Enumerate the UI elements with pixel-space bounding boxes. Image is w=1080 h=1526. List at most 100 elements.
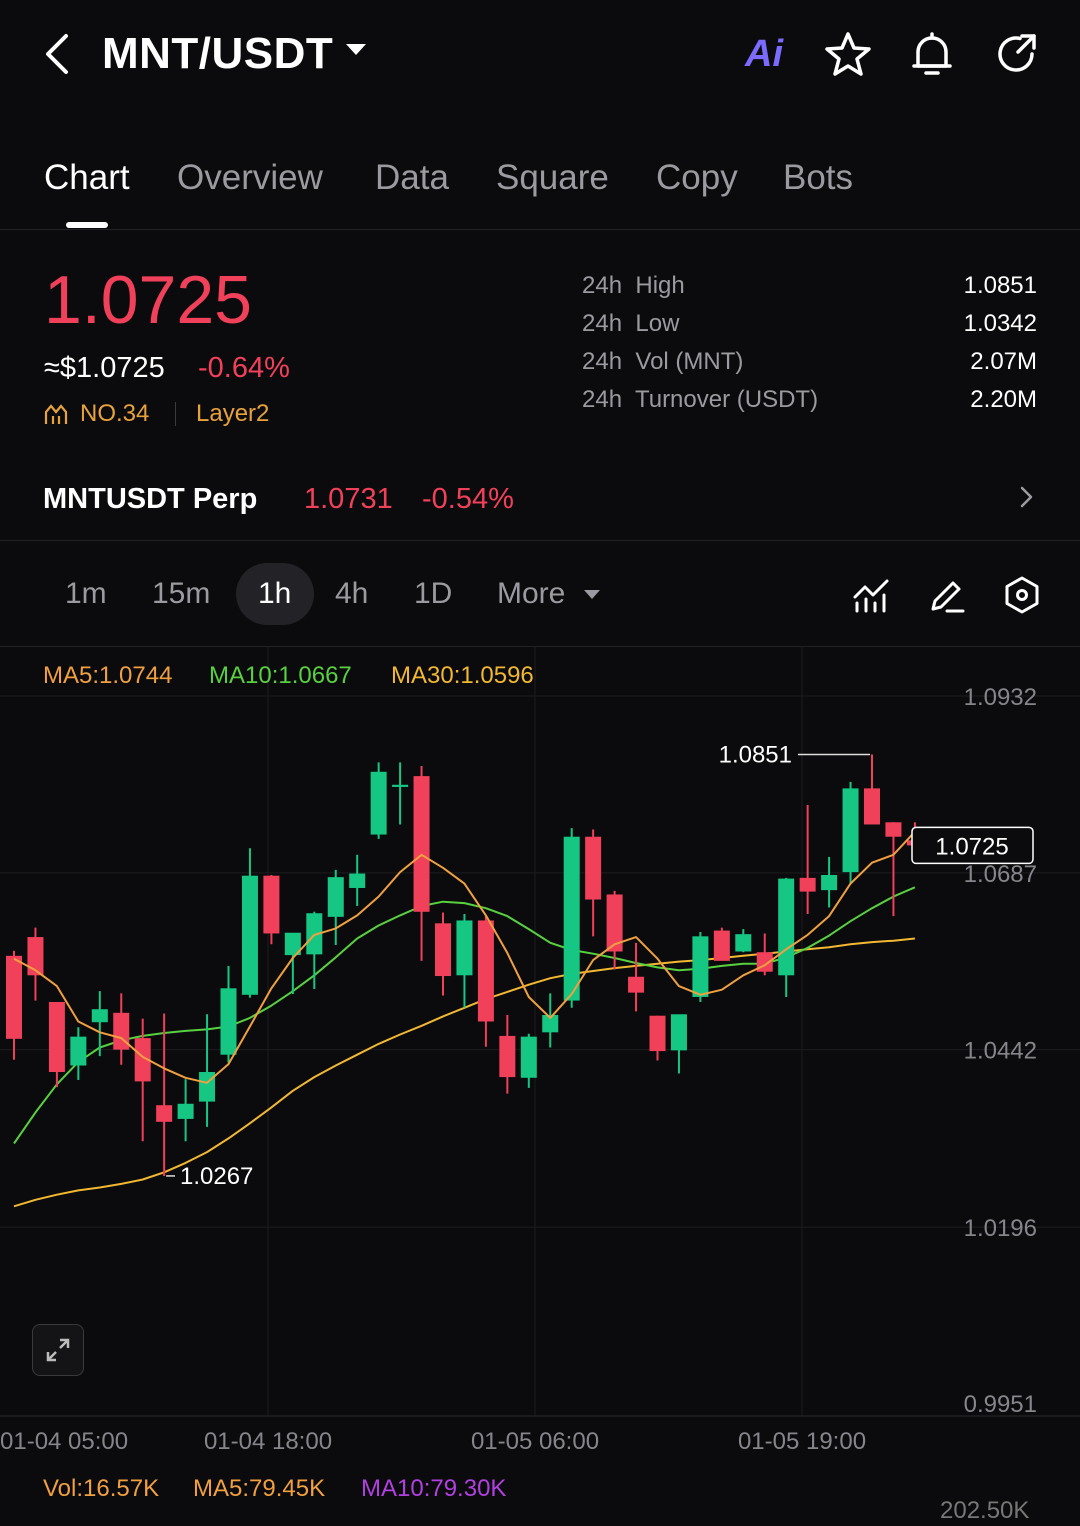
candle [327, 869, 344, 945]
x-tick-label: 01-04 18:00 [204, 1428, 332, 1455]
candle [392, 762, 409, 825]
stat-label-high: 24h High [582, 272, 685, 299]
candle-body [649, 1015, 666, 1052]
expand-icon[interactable] [32, 1324, 84, 1376]
candle-body [263, 875, 280, 934]
candle [542, 993, 559, 1048]
perp-label[interactable]: MNTUSDT Perp [43, 480, 257, 518]
candle-body [821, 874, 838, 891]
perp-price: 1.0731 [304, 483, 393, 515]
candle [284, 932, 301, 995]
volume-axis-value: 202.50K [940, 1497, 1030, 1524]
interval-more[interactable]: More [497, 574, 565, 614]
tab-copy[interactable]: Copy [656, 156, 738, 200]
settings-hex-icon[interactable] [999, 572, 1045, 618]
candle-body [713, 930, 730, 961]
tab-overview[interactable]: Overview [177, 156, 323, 200]
candle-body [199, 1072, 216, 1102]
stat-label-low: 24h Low [582, 310, 680, 337]
stat-value-low: 1.0342 [963, 310, 1037, 337]
candle [413, 766, 430, 961]
active-tab-indicator [66, 222, 108, 228]
candle [713, 927, 730, 961]
y-tick-label: 0.9951 [964, 1391, 1037, 1418]
stat-value-turnover: 2.20M [970, 386, 1037, 413]
dropdown-caret-icon[interactable] [346, 44, 366, 55]
candle [6, 950, 22, 1060]
tab-chart[interactable]: Chart [44, 156, 130, 200]
volume-legend: Vol:16.57K [43, 1475, 160, 1502]
draw-icon[interactable] [924, 572, 970, 618]
last-price-tag-label: 1.0725 [935, 833, 1008, 860]
divider [0, 229, 1080, 230]
more-caret-icon[interactable] [584, 590, 600, 599]
perp-change: -0.54% [422, 483, 514, 515]
candle-body [392, 784, 409, 787]
tab-square[interactable]: Square [496, 156, 609, 200]
candle-body [778, 878, 795, 976]
interval-1m[interactable]: 1m [65, 574, 107, 614]
bell-icon[interactable] [906, 28, 958, 80]
candle-body [48, 1002, 65, 1073]
candle-body [799, 877, 816, 892]
interval-1d[interactable]: 1D [414, 574, 452, 614]
candle [241, 848, 258, 998]
candle-body [735, 934, 752, 952]
candle-body [864, 788, 880, 825]
interval-15m[interactable]: 15m [152, 574, 210, 614]
stat-value-high: 1.0851 [963, 272, 1037, 299]
candle [628, 942, 645, 1012]
volume-ma10-legend: MA10:79.30K [361, 1475, 507, 1502]
candle-body [477, 920, 494, 1022]
candle-body [177, 1103, 194, 1119]
candle-body [628, 976, 645, 993]
candle-body [370, 771, 387, 835]
star-icon[interactable] [822, 28, 874, 80]
stat-label-turnover: 24h Turnover (USDT) [582, 386, 819, 413]
x-tick-label: 01-04 05:00 [0, 1428, 128, 1455]
divider [0, 540, 1080, 541]
ma5-legend: MA5:1.0744 [43, 662, 173, 689]
candle-body [563, 836, 580, 1001]
rank-badge[interactable]: NO.34 [80, 398, 149, 430]
candle [435, 912, 451, 996]
y-tick-label: 1.0442 [964, 1038, 1037, 1065]
stat-label-vol: 24h Vol (MNT) [582, 348, 744, 375]
candle [48, 1002, 65, 1088]
candle [456, 913, 473, 1008]
volume-ma5-legend: MA5:79.45K [193, 1475, 326, 1502]
candle [649, 1015, 666, 1061]
candle [113, 993, 130, 1065]
interval-1h[interactable]: 1h [258, 574, 291, 614]
candle-body [499, 1035, 516, 1078]
candle [821, 856, 838, 908]
candle-body [70, 1036, 87, 1066]
tab-bots[interactable]: Bots [783, 156, 853, 200]
candle [563, 828, 580, 1008]
x-tick-label: 01-05 06:00 [471, 1428, 599, 1455]
y-tick-label: 1.0687 [964, 861, 1037, 888]
candle-body [692, 936, 709, 997]
candle [756, 933, 773, 976]
candle [778, 877, 795, 997]
back-icon[interactable] [38, 28, 78, 80]
candle [156, 1013, 173, 1176]
rank-icon [44, 404, 68, 424]
indicators-icon[interactable] [848, 572, 894, 618]
candlestick-chart[interactable]: 1.0932 1.0687 1.0442 1.0196 0.9951 01-04 05:0… [0, 646, 1080, 1505]
tab-data[interactable]: Data [375, 156, 449, 200]
candle [520, 1033, 537, 1088]
candle [199, 1014, 216, 1127]
candle-body [349, 873, 366, 888]
pair-title[interactable]: MNT/USDT [102, 28, 333, 80]
ai-icon[interactable]: Ai [738, 28, 790, 80]
candle [842, 781, 859, 884]
low-marker-label: 1.0267 [180, 1163, 253, 1190]
stat-value-vol: 2.07M [970, 348, 1037, 375]
chevron-right-icon[interactable] [1012, 482, 1042, 512]
share-icon[interactable] [990, 28, 1042, 80]
candle-body [91, 1009, 108, 1023]
interval-4h[interactable]: 4h [335, 574, 368, 614]
candle [477, 915, 494, 1047]
category-tag[interactable]: Layer2 [196, 398, 269, 430]
